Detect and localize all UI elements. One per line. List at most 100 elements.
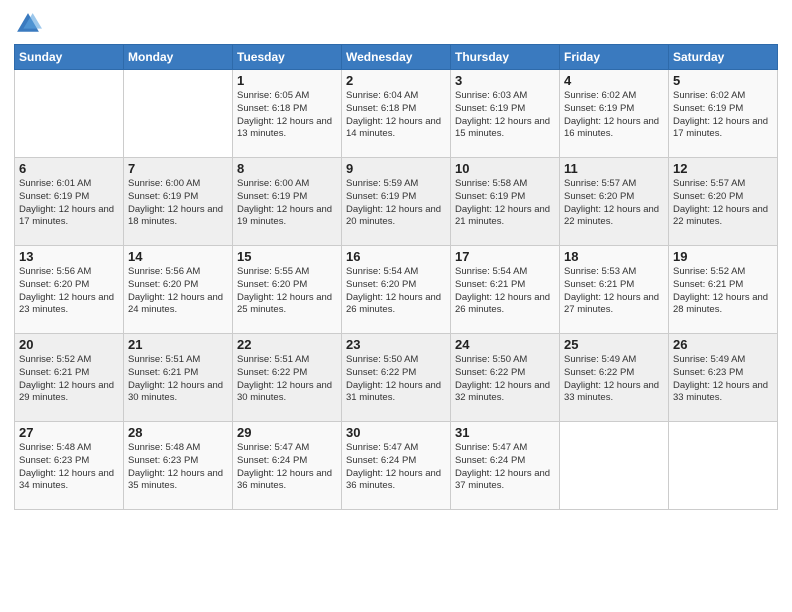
day-number: 24 — [455, 337, 555, 352]
day-number: 31 — [455, 425, 555, 440]
cell-daylight-info: Sunrise: 6:02 AM Sunset: 6:19 PM Dayligh… — [564, 90, 664, 141]
day-number: 23 — [346, 337, 446, 352]
calendar-cell: 3 Sunrise: 6:03 AM Sunset: 6:19 PM Daylig… — [451, 70, 560, 158]
day-number: 4 — [564, 73, 664, 88]
cell-daylight-info: Sunrise: 5:54 AM Sunset: 6:21 PM Dayligh… — [455, 266, 555, 317]
calendar-cell: 23 Sunrise: 5:50 AM Sunset: 6:22 PM Dayli… — [342, 334, 451, 422]
day-number: 17 — [455, 249, 555, 264]
calendar-cell: 19 Sunrise: 5:52 AM Sunset: 6:21 PM Dayli… — [669, 246, 778, 334]
weekday-header: Friday — [560, 45, 669, 70]
calendar-cell: 31 Sunrise: 5:47 AM Sunset: 6:24 PM Dayli… — [451, 422, 560, 510]
day-number: 30 — [346, 425, 446, 440]
calendar-cell: 29 Sunrise: 5:47 AM Sunset: 6:24 PM Dayli… — [233, 422, 342, 510]
cell-daylight-info: Sunrise: 6:03 AM Sunset: 6:19 PM Dayligh… — [455, 90, 555, 141]
cell-daylight-info: Sunrise: 5:47 AM Sunset: 6:24 PM Dayligh… — [237, 442, 337, 493]
cell-daylight-info: Sunrise: 6:02 AM Sunset: 6:19 PM Dayligh… — [673, 90, 773, 141]
day-number: 29 — [237, 425, 337, 440]
cell-daylight-info: Sunrise: 5:50 AM Sunset: 6:22 PM Dayligh… — [346, 354, 446, 405]
cell-daylight-info: Sunrise: 5:47 AM Sunset: 6:24 PM Dayligh… — [346, 442, 446, 493]
calendar-cell: 30 Sunrise: 5:47 AM Sunset: 6:24 PM Dayli… — [342, 422, 451, 510]
day-number: 6 — [19, 161, 119, 176]
cell-daylight-info: Sunrise: 5:54 AM Sunset: 6:20 PM Dayligh… — [346, 266, 446, 317]
calendar-week-row: 27Sunrise: 5:48 AM Sunset: 6:23 PM Dayli… — [15, 422, 778, 510]
calendar-cell: 6 Sunrise: 6:01 AM Sunset: 6:19 PM Daylig… — [15, 158, 124, 246]
calendar-header: SundayMondayTuesdayWednesdayThursdayFrid… — [15, 45, 778, 70]
calendar-cell: 28Sunrise: 5:48 AM Sunset: 6:23 PM Dayli… — [124, 422, 233, 510]
cell-daylight-info: Sunrise: 5:51 AM Sunset: 6:22 PM Dayligh… — [237, 354, 337, 405]
day-number: 22 — [237, 337, 337, 352]
weekday-header: Wednesday — [342, 45, 451, 70]
cell-daylight-info: Sunrise: 5:49 AM Sunset: 6:23 PM Dayligh… — [673, 354, 773, 405]
day-number: 18 — [564, 249, 664, 264]
cell-daylight-info: Sunrise: 5:47 AM Sunset: 6:24 PM Dayligh… — [455, 442, 555, 493]
calendar-cell — [124, 70, 233, 158]
cell-daylight-info: Sunrise: 5:58 AM Sunset: 6:19 PM Dayligh… — [455, 178, 555, 229]
calendar-cell: 1 Sunrise: 6:05 AM Sunset: 6:18 PM Daylig… — [233, 70, 342, 158]
calendar-cell — [15, 70, 124, 158]
cell-daylight-info: Sunrise: 5:49 AM Sunset: 6:22 PM Dayligh… — [564, 354, 664, 405]
day-number: 20 — [19, 337, 119, 352]
calendar-cell: 25 Sunrise: 5:49 AM Sunset: 6:22 PM Dayli… — [560, 334, 669, 422]
day-number: 19 — [673, 249, 773, 264]
cell-daylight-info: Sunrise: 5:52 AM Sunset: 6:21 PM Dayligh… — [19, 354, 119, 405]
page: SundayMondayTuesdayWednesdayThursdayFrid… — [0, 0, 792, 612]
cell-daylight-info: Sunrise: 6:00 AM Sunset: 6:19 PM Dayligh… — [128, 178, 228, 229]
calendar-cell: 20 Sunrise: 5:52 AM Sunset: 6:21 PM Dayli… — [15, 334, 124, 422]
day-number: 1 — [237, 73, 337, 88]
cell-daylight-info: Sunrise: 5:57 AM Sunset: 6:20 PM Dayligh… — [673, 178, 773, 229]
weekday-header: Sunday — [15, 45, 124, 70]
weekday-header: Saturday — [669, 45, 778, 70]
calendar-cell: 24 Sunrise: 5:50 AM Sunset: 6:22 PM Dayli… — [451, 334, 560, 422]
day-number: 5 — [673, 73, 773, 88]
calendar-week-row: 6 Sunrise: 6:01 AM Sunset: 6:19 PM Daylig… — [15, 158, 778, 246]
cell-daylight-info: Sunrise: 5:50 AM Sunset: 6:22 PM Dayligh… — [455, 354, 555, 405]
calendar-week-row: 1 Sunrise: 6:05 AM Sunset: 6:18 PM Daylig… — [15, 70, 778, 158]
day-number: 25 — [564, 337, 664, 352]
logo-icon — [14, 10, 42, 38]
calendar-cell: 9 Sunrise: 5:59 AM Sunset: 6:19 PM Daylig… — [342, 158, 451, 246]
calendar-cell: 8 Sunrise: 6:00 AM Sunset: 6:19 PM Daylig… — [233, 158, 342, 246]
day-number: 14 — [128, 249, 228, 264]
calendar-cell: 18 Sunrise: 5:53 AM Sunset: 6:21 PM Dayli… — [560, 246, 669, 334]
day-number: 3 — [455, 73, 555, 88]
day-number: 8 — [237, 161, 337, 176]
cell-daylight-info: Sunrise: 6:05 AM Sunset: 6:18 PM Dayligh… — [237, 90, 337, 141]
cell-daylight-info: Sunrise: 5:52 AM Sunset: 6:21 PM Dayligh… — [673, 266, 773, 317]
calendar-cell: 12 Sunrise: 5:57 AM Sunset: 6:20 PM Dayli… — [669, 158, 778, 246]
calendar-cell: 14 Sunrise: 5:56 AM Sunset: 6:20 PM Dayli… — [124, 246, 233, 334]
day-number: 9 — [346, 161, 446, 176]
day-number: 11 — [564, 161, 664, 176]
cell-daylight-info: Sunrise: 5:59 AM Sunset: 6:19 PM Dayligh… — [346, 178, 446, 229]
calendar-cell: 27Sunrise: 5:48 AM Sunset: 6:23 PM Dayli… — [15, 422, 124, 510]
cell-daylight-info: Sunrise: 5:55 AM Sunset: 6:20 PM Dayligh… — [237, 266, 337, 317]
day-number: 10 — [455, 161, 555, 176]
cell-daylight-info: Sunrise: 5:56 AM Sunset: 6:20 PM Dayligh… — [128, 266, 228, 317]
day-number: 2 — [346, 73, 446, 88]
weekday-header: Tuesday — [233, 45, 342, 70]
calendar-week-row: 13 Sunrise: 5:56 AM Sunset: 6:20 PM Dayli… — [15, 246, 778, 334]
cell-daylight-info: Sunrise: 5:53 AM Sunset: 6:21 PM Dayligh… — [564, 266, 664, 317]
calendar-cell: 26Sunrise: 5:49 AM Sunset: 6:23 PM Dayli… — [669, 334, 778, 422]
cell-daylight-info: Sunrise: 5:56 AM Sunset: 6:20 PM Dayligh… — [19, 266, 119, 317]
cell-daylight-info: Sunrise: 6:00 AM Sunset: 6:19 PM Dayligh… — [237, 178, 337, 229]
calendar-cell: 17 Sunrise: 5:54 AM Sunset: 6:21 PM Dayli… — [451, 246, 560, 334]
calendar-cell: 13 Sunrise: 5:56 AM Sunset: 6:20 PM Dayli… — [15, 246, 124, 334]
day-number: 16 — [346, 249, 446, 264]
cell-daylight-info: Sunrise: 5:48 AM Sunset: 6:23 PM Dayligh… — [19, 442, 119, 493]
day-number: 12 — [673, 161, 773, 176]
header — [14, 10, 778, 38]
calendar-cell: 11Sunrise: 5:57 AM Sunset: 6:20 PM Dayli… — [560, 158, 669, 246]
calendar-cell: 15 Sunrise: 5:55 AM Sunset: 6:20 PM Dayli… — [233, 246, 342, 334]
calendar-cell: 2 Sunrise: 6:04 AM Sunset: 6:18 PM Daylig… — [342, 70, 451, 158]
cell-daylight-info: Sunrise: 5:48 AM Sunset: 6:23 PM Dayligh… — [128, 442, 228, 493]
calendar-cell: 21Sunrise: 5:51 AM Sunset: 6:21 PM Dayli… — [124, 334, 233, 422]
calendar-cell — [560, 422, 669, 510]
day-number: 21 — [128, 337, 228, 352]
calendar-cell: 5 Sunrise: 6:02 AM Sunset: 6:19 PM Daylig… — [669, 70, 778, 158]
day-number: 13 — [19, 249, 119, 264]
day-number: 15 — [237, 249, 337, 264]
calendar-cell — [669, 422, 778, 510]
calendar-week-row: 20 Sunrise: 5:52 AM Sunset: 6:21 PM Dayli… — [15, 334, 778, 422]
cell-daylight-info: Sunrise: 6:04 AM Sunset: 6:18 PM Dayligh… — [346, 90, 446, 141]
cell-daylight-info: Sunrise: 6:01 AM Sunset: 6:19 PM Dayligh… — [19, 178, 119, 229]
